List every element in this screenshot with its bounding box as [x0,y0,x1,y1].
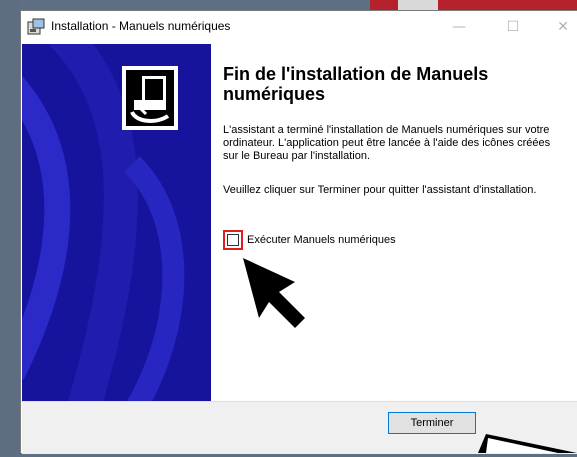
maximize-icon[interactable]: ☐ [503,17,523,37]
title-bar[interactable]: Installation - Manuels numériques — ☐ ✕ [21,11,577,43]
completion-message: L'assistant a terminé l'installation de … [223,124,551,162]
run-app-checkbox-label[interactable]: Exécuter Manuels numériques [247,234,396,246]
finish-instruction: Veuillez cliquer sur Terminer pour quitt… [223,184,537,196]
page-title: Fin de l'installation de Manuels numériq… [223,64,489,104]
minimize-icon[interactable]: — [449,17,469,37]
installer-icon [27,18,45,36]
setup-logo-icon [122,66,178,130]
desktop-background [0,0,20,453]
installer-window: Installation - Manuels numériques — ☐ ✕ [20,10,577,454]
wizard-side-image [22,44,211,401]
finish-button[interactable]: Terminer [388,412,476,434]
close-icon[interactable]: ✕ [553,17,573,37]
run-app-checkbox[interactable] [227,234,239,246]
pointer-arrow-icon-bottom [458,434,577,457]
wizard-content: Fin de l'installation de Manuels numériq… [211,44,577,401]
background-window-edge [370,0,577,10]
window-title: Installation - Manuels numériques [51,19,231,33]
pointer-arrow-icon [237,252,317,336]
